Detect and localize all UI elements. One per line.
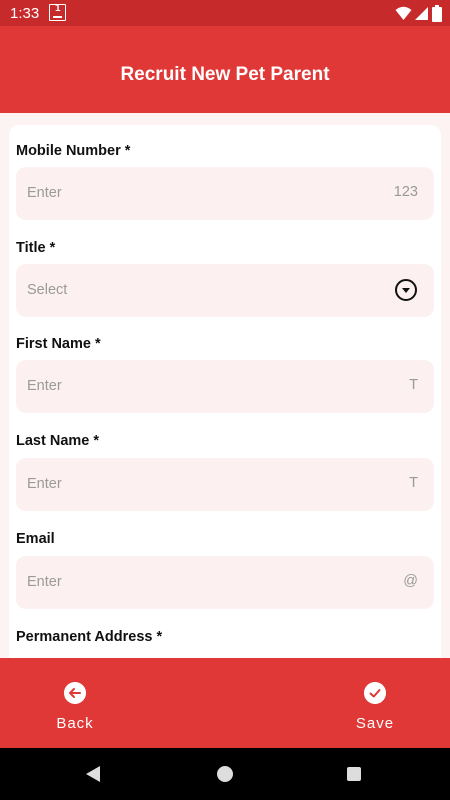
- signal-icon: [415, 7, 428, 20]
- check-icon: [364, 682, 386, 704]
- first-name-input[interactable]: Enter T: [16, 360, 434, 413]
- wifi-icon: [395, 6, 412, 20]
- notification-digit: 1: [55, 3, 61, 14]
- text-icon: T: [409, 377, 418, 393]
- status-time: 1:33: [10, 5, 40, 22]
- notification-icon: 1: [49, 3, 66, 21]
- last-name-placeholder: Enter: [27, 476, 62, 492]
- status-bar: 1:33 1: [0, 0, 450, 26]
- title-select[interactable]: Select: [16, 264, 434, 317]
- status-icons: [395, 5, 442, 22]
- app-header: Recruit New Pet Parent: [0, 26, 450, 113]
- first-name-placeholder: Enter: [27, 378, 62, 394]
- dropdown-icon[interactable]: [395, 279, 417, 301]
- nav-back-icon[interactable]: [86, 766, 100, 782]
- title-label: Title *: [16, 240, 56, 256]
- email-placeholder: Enter: [27, 574, 62, 590]
- nav-home-icon[interactable]: [217, 766, 233, 782]
- text-icon: T: [409, 475, 418, 491]
- last-name-input[interactable]: Enter T: [16, 458, 434, 511]
- back-button[interactable]: Back: [35, 658, 115, 748]
- battery-icon: [432, 5, 442, 22]
- back-arrow-icon: [64, 682, 86, 704]
- permanent-address-label: Permanent Address *: [16, 629, 163, 645]
- email-label: Email: [16, 531, 55, 547]
- mobile-number-placeholder: Enter: [27, 185, 62, 201]
- at-icon: @: [403, 573, 418, 589]
- mobile-number-input[interactable]: Enter 123: [16, 167, 434, 220]
- save-button[interactable]: Save: [335, 658, 415, 748]
- bottom-action-bar: Back Save: [0, 658, 450, 748]
- nav-recents-icon[interactable]: [347, 767, 361, 781]
- save-label: Save: [355, 715, 395, 732]
- page-title: Recruit New Pet Parent: [120, 64, 330, 85]
- last-name-label: Last Name *: [16, 433, 100, 449]
- numeric-icon: 123: [393, 184, 418, 200]
- back-label: Back: [56, 715, 94, 732]
- form-scroll-area[interactable]: Mobile Number * Enter 123 Title * Select…: [0, 113, 450, 658]
- title-placeholder: Select: [27, 282, 68, 298]
- system-nav-bar: [0, 748, 450, 800]
- mobile-number-label: Mobile Number *: [16, 143, 131, 159]
- first-name-label: First Name *: [16, 336, 101, 352]
- email-input[interactable]: Enter @: [16, 556, 434, 609]
